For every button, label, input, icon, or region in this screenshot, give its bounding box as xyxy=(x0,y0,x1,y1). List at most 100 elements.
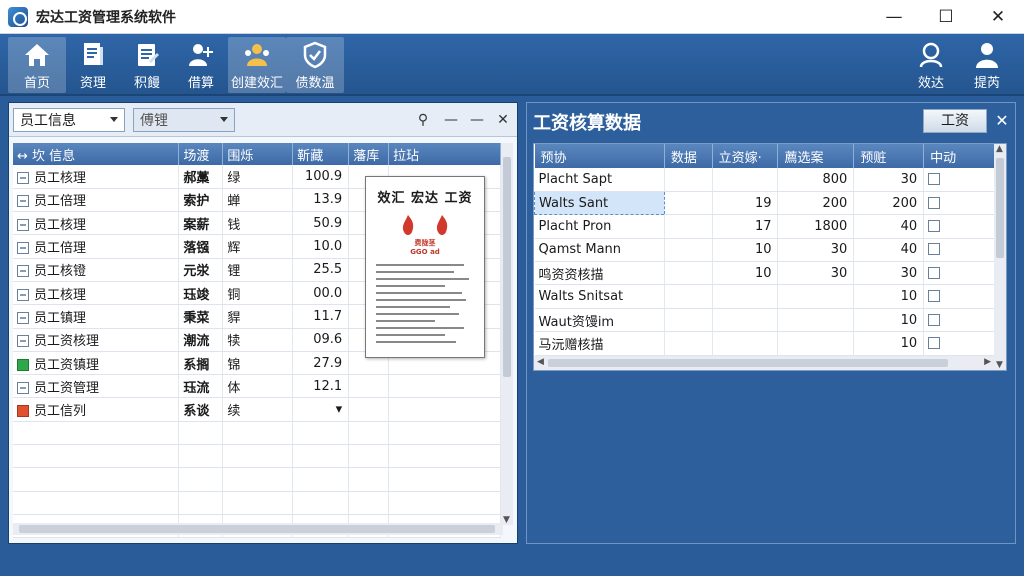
panel-restore-button[interactable]: — xyxy=(469,112,485,128)
checkbox-cell[interactable] xyxy=(923,284,996,309)
employee-name-cell[interactable]: 员工核理 xyxy=(13,211,180,236)
row-checkbox[interactable] xyxy=(928,266,941,279)
employee-name-cell[interactable]: 员工核理 xyxy=(13,281,180,306)
scrollbar-thumb[interactable] xyxy=(548,359,948,367)
employee-name-cell[interactable]: 员工核镫 xyxy=(13,258,180,282)
filter-select[interactable]: 傅锂 xyxy=(133,108,235,132)
item-name-cell[interactable]: Placht Sapt xyxy=(534,168,665,192)
employee-name-cell[interactable]: 员工资镇理 xyxy=(13,351,180,376)
scrollbar-thumb[interactable] xyxy=(19,525,495,533)
scroll-right-icon[interactable]: ▶ xyxy=(984,357,991,367)
row-checkbox[interactable] xyxy=(17,195,29,208)
toolbar-calc-button[interactable]: 借算 xyxy=(172,37,230,93)
toolbar-create-button[interactable]: 创建效汇 xyxy=(228,37,286,93)
row-checkbox[interactable] xyxy=(928,196,941,209)
item-name-cell[interactable]: 马沅赠核描 xyxy=(534,331,665,356)
table-row[interactable]: Placht Sapt 800 30 xyxy=(534,168,996,192)
employee-info-select[interactable]: 员工信息 xyxy=(13,108,125,132)
minimize-button[interactable]: — xyxy=(868,0,920,34)
employee-vertical-scrollbar[interactable]: ▼ xyxy=(501,143,513,525)
toolbar-user-button[interactable]: 提芮 xyxy=(958,37,1016,93)
table-row[interactable]: Walts Sant 19 200 200 xyxy=(534,190,996,216)
checkbox-cell[interactable] xyxy=(923,214,996,239)
item-name-cell[interactable]: Placht Pron xyxy=(534,214,665,239)
column-header[interactable]: 场渡 xyxy=(178,143,224,165)
employee-horizontal-scrollbar[interactable] xyxy=(13,523,503,535)
checkbox-cell[interactable] xyxy=(923,308,996,333)
checkbox-cell[interactable] xyxy=(923,331,996,356)
maximize-button[interactable]: ☐ xyxy=(920,0,972,34)
table-row[interactable]: Placht Pron 17 1800 40 xyxy=(534,214,996,239)
column-header[interactable]: 靳藏 xyxy=(292,143,350,165)
employee-name-cell[interactable]: 员工倍理 xyxy=(13,234,180,259)
panel-close-button[interactable]: ✕ xyxy=(495,112,511,128)
row-checkbox[interactable] xyxy=(17,381,29,394)
employee-name-cell[interactable]: 员工倍理 xyxy=(13,188,180,213)
table-row[interactable]: 鸣资资核描 10 30 30 xyxy=(534,261,996,286)
checkbox-cell[interactable] xyxy=(923,191,996,216)
employee-name-cell[interactable]: 员工资管理 xyxy=(13,374,180,399)
toolbar-payroll-button[interactable]: 资理 xyxy=(64,37,122,93)
row-checkbox[interactable] xyxy=(17,311,29,324)
toolbar-search-user-button[interactable]: 效达 xyxy=(902,37,960,93)
row-checkbox[interactable] xyxy=(17,265,29,278)
table-row[interactable]: Waut资馒im 10 xyxy=(534,308,996,333)
item-name-cell[interactable]: Waut资馒im xyxy=(534,308,665,333)
table-row[interactable]: 马沅赠核描 10 xyxy=(534,331,996,356)
row-checkbox[interactable] xyxy=(17,405,29,418)
item-name-cell[interactable]: Walts Sant xyxy=(534,190,665,216)
payroll-vertical-scrollbar[interactable]: ▲ ▼ xyxy=(994,144,1006,370)
row-checkbox[interactable] xyxy=(928,172,941,185)
table-row[interactable]: 员工资管理 珏流体 12.1 xyxy=(13,374,501,399)
table-row[interactable]: Qamst Mann 10 30 40 xyxy=(534,238,996,263)
table-row[interactable]: 员工信列 系谈续 ▾ xyxy=(13,397,501,422)
column-header[interactable]: 薦选案 xyxy=(777,144,855,168)
checkbox-cell[interactable] xyxy=(923,168,996,192)
row-checkbox[interactable] xyxy=(928,313,941,326)
row-checkbox[interactable] xyxy=(17,335,29,348)
column-header[interactable]: 中动 xyxy=(923,144,996,168)
close-button[interactable]: ✕ xyxy=(972,0,1024,34)
item-name-cell[interactable]: Qamst Mann xyxy=(534,238,665,263)
row-checkbox[interactable] xyxy=(17,218,29,231)
scroll-up-icon[interactable]: ▲ xyxy=(996,144,1003,154)
scroll-down-icon[interactable]: ▼ xyxy=(503,515,510,525)
row-checkbox[interactable] xyxy=(928,243,941,256)
row-checkbox[interactable] xyxy=(17,242,29,255)
row-checkbox[interactable] xyxy=(928,290,941,303)
item-name-cell[interactable]: 鸣资资核描 xyxy=(534,261,665,286)
column-header[interactable]: 预协 xyxy=(534,144,665,168)
scroll-left-icon[interactable]: ◀ xyxy=(537,357,544,367)
column-header[interactable]: 围烁 xyxy=(222,143,294,165)
payroll-horizontal-scrollbar[interactable]: ◀ ▶ xyxy=(534,356,994,370)
payroll-button[interactable]: 工资 xyxy=(923,109,987,133)
column-header[interactable]: 藩库 xyxy=(348,143,390,165)
row-checkbox[interactable] xyxy=(928,219,941,232)
employee-name-cell[interactable]: 员工资核理 xyxy=(13,328,180,352)
employee-name-cell[interactable]: 员工镇理 xyxy=(13,304,180,329)
scrollbar-thumb[interactable] xyxy=(996,158,1004,258)
employee-name-cell[interactable]: 员工核理 xyxy=(13,165,180,189)
checkbox-cell[interactable] xyxy=(923,238,996,263)
column-header[interactable]: 拉玷 xyxy=(388,143,501,165)
checkbox-cell[interactable] xyxy=(923,261,996,286)
scroll-down-icon[interactable]: ▼ xyxy=(996,360,1003,370)
column-header[interactable]: 立资嫁· xyxy=(712,144,779,168)
payroll-panel-close-button[interactable]: ✕ xyxy=(991,109,1013,133)
table-row[interactable]: Walts Snitsat 10 xyxy=(534,284,996,309)
row-checkbox[interactable] xyxy=(17,288,29,301)
row-checkbox[interactable] xyxy=(17,358,29,371)
employee-name-cell[interactable]: 员工信列 xyxy=(13,397,180,422)
pin-icon[interactable]: ⚲ xyxy=(415,112,431,128)
toolbar-home-button[interactable]: 首页 xyxy=(8,37,66,93)
column-header[interactable]: 预赃 xyxy=(853,144,925,168)
item-name-cell[interactable]: Walts Snitsat xyxy=(534,284,665,309)
column-header[interactable]: ↔ 坎 信息 xyxy=(13,143,180,165)
row-checkbox[interactable] xyxy=(928,336,941,349)
scrollbar-thumb[interactable] xyxy=(503,157,511,377)
panel-minimize-button[interactable]: — xyxy=(443,112,459,128)
row-checkbox[interactable] xyxy=(17,171,29,184)
column-header[interactable]: 数据 xyxy=(664,144,713,168)
toolbar-report-button[interactable]: 积饅 xyxy=(118,37,176,93)
toolbar-data-button[interactable]: 债数温 xyxy=(286,37,344,93)
